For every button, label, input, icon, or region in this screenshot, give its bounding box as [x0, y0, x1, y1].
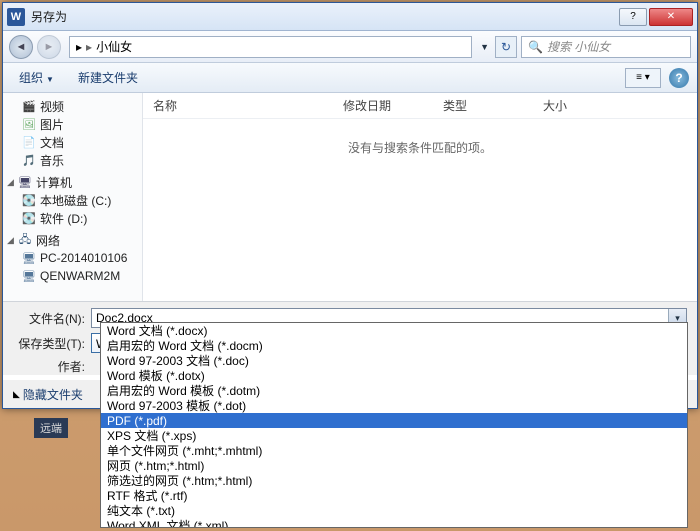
sidebar-item[interactable]: 🖥PC-2014010106 — [3, 249, 142, 267]
expand-icon: ◢ — [7, 235, 17, 246]
author-label: 作者: — [13, 358, 91, 375]
savetype-label: 保存类型(T): — [13, 335, 91, 352]
disk-icon: 💽 — [21, 193, 37, 207]
help-icon[interactable]: ? — [669, 68, 689, 88]
dropdown-option[interactable]: Word 模板 (*.dotx) — [101, 368, 687, 383]
col-type[interactable]: 类型 — [443, 97, 543, 114]
sidebar-item[interactable]: 💽本地磁盘 (C:) — [3, 191, 142, 209]
column-headers: 名称 修改日期 类型 大小 — [143, 93, 697, 119]
folder-icon: 🎵 — [21, 153, 37, 167]
dropdown-option[interactable]: 筛选过的网页 (*.htm;*.html) — [101, 473, 687, 488]
network-icon: 🖧 — [17, 233, 33, 247]
back-button[interactable]: ◄ — [9, 35, 33, 59]
organize-menu[interactable]: 组织▼ — [11, 65, 62, 90]
savetype-dropdown-list: Word 文档 (*.docx)启用宏的 Word 文档 (*.docm)Wor… — [100, 322, 688, 528]
new-folder-button[interactable]: 新建文件夹 — [70, 65, 146, 90]
col-size[interactable]: 大小 — [543, 97, 623, 114]
sidebar-network[interactable]: ◢ 🖧 网络 — [3, 231, 142, 249]
window-title: 另存为 — [31, 8, 617, 25]
refresh-button[interactable]: ↻ — [495, 36, 517, 58]
dropdown-option[interactable]: RTF 格式 (*.rtf) — [101, 488, 687, 503]
window-buttons: ? ✕ — [617, 8, 693, 26]
path-folder[interactable]: 小仙女 — [96, 38, 132, 55]
filename-label: 文件名(N): — [13, 310, 91, 327]
dropdown-option[interactable]: 单个文件网页 (*.mht;*.mhtml) — [101, 443, 687, 458]
path-sep: ▸ — [86, 40, 92, 54]
toolbar: 组织▼ 新建文件夹 ≡ ▾ ? — [3, 63, 697, 93]
dropdown-option[interactable]: 启用宏的 Word 文档 (*.docm) — [101, 338, 687, 353]
chevron-down-icon: ▼ — [46, 75, 54, 84]
sidebar-item[interactable]: 🖥QENWARM2M — [3, 267, 142, 285]
folder-icon: 🖼 — [21, 117, 37, 131]
dropdown-option[interactable]: 网页 (*.htm;*.html) — [101, 458, 687, 473]
nav-bar: ◄ ► ▸ ▸ 小仙女 ▼ ↻ 🔍 搜索 小仙女 — [3, 31, 697, 63]
folder-icon: 🎬 — [21, 99, 37, 113]
path-dropdown[interactable]: ▼ — [480, 42, 489, 52]
dropdown-option[interactable]: 启用宏的 Word 模板 (*.dotm) — [101, 383, 687, 398]
dropdown-option[interactable]: Word XML 文档 (*.xml) — [101, 518, 687, 528]
close-button[interactable]: ✕ — [649, 8, 693, 26]
collapse-icon: ◣ — [13, 389, 20, 400]
dropdown-option[interactable]: PDF (*.pdf) — [101, 413, 687, 428]
sidebar-computer[interactable]: ◢ 🖥 计算机 — [3, 173, 142, 191]
dropdown-option[interactable]: Word 97-2003 模板 (*.dot) — [101, 398, 687, 413]
forward-button[interactable]: ► — [37, 35, 61, 59]
empty-message: 没有与搜索条件匹配的项。 — [143, 119, 697, 176]
sidebar-item[interactable]: 📄文档 — [3, 133, 142, 151]
sidebar-item[interactable]: 🎵音乐 — [3, 151, 142, 169]
dropdown-option[interactable]: Word 文档 (*.docx) — [101, 323, 687, 338]
search-placeholder: 搜索 小仙女 — [547, 38, 610, 55]
file-list-area: 名称 修改日期 类型 大小 没有与搜索条件匹配的项。 — [143, 93, 697, 301]
sidebar: 🎬视频🖼图片📄文档🎵音乐 ◢ 🖥 计算机 💽本地磁盘 (C:)💽软件 (D:) … — [3, 93, 143, 301]
hide-folders-link[interactable]: 隐藏文件夹 — [23, 386, 83, 403]
sidebar-item[interactable]: 💽软件 (D:) — [3, 209, 142, 227]
computer-icon: 🖥 — [17, 175, 33, 189]
background-label: 远端 — [34, 418, 68, 438]
col-date[interactable]: 修改日期 — [343, 97, 443, 114]
pc-icon: 🖥 — [21, 251, 37, 265]
word-icon: W — [7, 8, 25, 26]
expand-icon: ◢ — [7, 177, 17, 188]
folder-icon: 📄 — [21, 135, 37, 149]
dropdown-option[interactable]: Word 97-2003 文档 (*.doc) — [101, 353, 687, 368]
sidebar-item[interactable]: 🖼图片 — [3, 115, 142, 133]
col-name[interactable]: 名称 — [153, 97, 343, 114]
titlebar: W 另存为 ? ✕ — [3, 3, 697, 31]
pc-icon: 🖥 — [21, 269, 37, 283]
dropdown-option[interactable]: XPS 文档 (*.xps) — [101, 428, 687, 443]
view-button[interactable]: ≡ ▾ — [625, 68, 661, 88]
help-button[interactable]: ? — [619, 8, 647, 26]
path-root-icon: ▸ — [76, 40, 82, 54]
search-icon: 🔍 — [528, 40, 543, 54]
search-input[interactable]: 🔍 搜索 小仙女 — [521, 36, 691, 58]
address-bar[interactable]: ▸ ▸ 小仙女 — [69, 36, 472, 58]
sidebar-item[interactable]: 🎬视频 — [3, 97, 142, 115]
dialog-body: 🎬视频🖼图片📄文档🎵音乐 ◢ 🖥 计算机 💽本地磁盘 (C:)💽软件 (D:) … — [3, 93, 697, 301]
dropdown-option[interactable]: 纯文本 (*.txt) — [101, 503, 687, 518]
disk-icon: 💽 — [21, 211, 37, 225]
